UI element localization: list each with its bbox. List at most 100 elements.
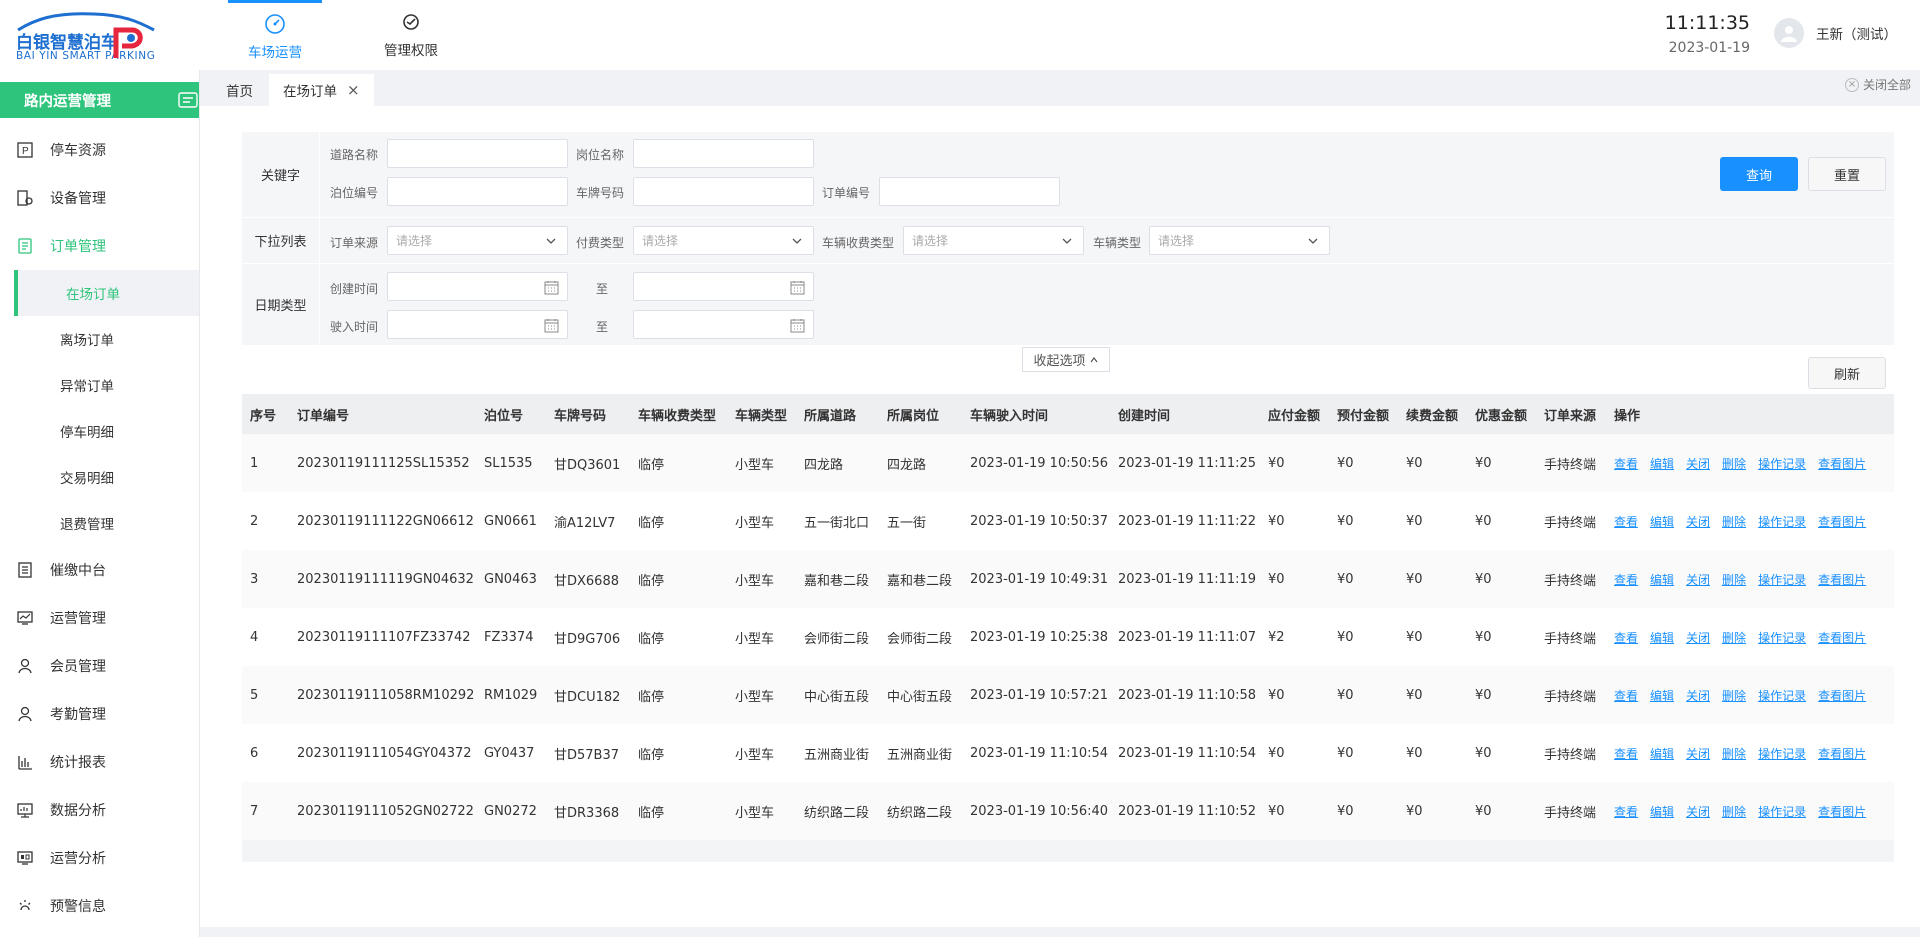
view-link[interactable]: 查看 bbox=[1614, 571, 1638, 588]
user-menu[interactable]: 王新（测试） bbox=[1774, 18, 1897, 48]
edit-link[interactable]: 编辑 bbox=[1650, 571, 1674, 588]
column-header: 订单编号 bbox=[297, 408, 350, 424]
table-cell: ¥0 bbox=[1406, 513, 1423, 529]
view-image-link[interactable]: 查看图片 bbox=[1818, 571, 1866, 588]
search-button[interactable]: 查询 bbox=[1720, 157, 1798, 191]
tab-label: 首页 bbox=[226, 84, 253, 100]
table-cell: ¥0 bbox=[1475, 745, 1492, 761]
sidebar-subitem-abnormal-order[interactable]: 异常订单 bbox=[0, 362, 199, 408]
operation-log-link[interactable]: 操作记录 bbox=[1758, 455, 1806, 472]
edit-link[interactable]: 编辑 bbox=[1650, 745, 1674, 762]
close-tab-icon[interactable]: × bbox=[347, 81, 360, 99]
table-cell: 渝A12LV7 bbox=[554, 515, 616, 531]
berth-no-input[interactable] bbox=[387, 177, 568, 206]
view-link[interactable]: 查看 bbox=[1614, 745, 1638, 762]
device-icon bbox=[16, 189, 34, 207]
close-link[interactable]: 关闭 bbox=[1686, 455, 1710, 472]
view-image-link[interactable]: 查看图片 bbox=[1818, 455, 1866, 472]
enter-time-end-picker[interactable] bbox=[633, 310, 814, 339]
sidebar-item-statistics[interactable]: 统计报表 bbox=[0, 738, 199, 786]
operation-log-link[interactable]: 操作记录 bbox=[1758, 571, 1806, 588]
sidebar-subitem-departed-order[interactable]: 离场订单 bbox=[0, 316, 199, 362]
tab-home[interactable]: 首页 bbox=[212, 74, 267, 106]
edit-link[interactable]: 编辑 bbox=[1650, 687, 1674, 704]
delete-link[interactable]: 删除 bbox=[1722, 571, 1746, 588]
app-logo[interactable]: 白银智慧泊车 BAI YIN SMART PARKING bbox=[14, 10, 164, 64]
close-link[interactable]: 关闭 bbox=[1686, 513, 1710, 530]
delete-link[interactable]: 删除 bbox=[1722, 513, 1746, 530]
column-header: 订单来源 bbox=[1544, 408, 1597, 424]
sidebar-item-operation-analysis[interactable]: 运营分析 bbox=[0, 834, 199, 882]
close-link[interactable]: 关闭 bbox=[1686, 629, 1710, 646]
topnav-management-permission[interactable]: 管理权限 bbox=[364, 0, 458, 70]
sidebar-subitem-parking-detail[interactable]: 停车明细 bbox=[0, 408, 199, 454]
plate-no-input[interactable] bbox=[633, 177, 814, 206]
sidebar-header[interactable]: 路内运营管理 bbox=[0, 82, 199, 118]
sidebar-item-member[interactable]: 会员管理 bbox=[0, 642, 199, 690]
sidebar-item-data-analysis[interactable]: 数据分析 bbox=[0, 786, 199, 834]
sidebar-item-operation[interactable]: 运营管理 bbox=[0, 594, 199, 642]
close-link[interactable]: 关闭 bbox=[1686, 745, 1710, 762]
view-image-link[interactable]: 查看图片 bbox=[1818, 629, 1866, 646]
collapse-options-button[interactable]: 收起选项 bbox=[1022, 347, 1110, 372]
tab-onsite-order[interactable]: 在场订单 × bbox=[269, 74, 374, 106]
chevron-down-icon bbox=[1062, 238, 1072, 244]
sidebar-item-order[interactable]: 订单管理 bbox=[0, 222, 199, 270]
view-link[interactable]: 查看 bbox=[1614, 513, 1638, 530]
road-name-input[interactable] bbox=[387, 139, 568, 168]
view-link[interactable]: 查看 bbox=[1614, 687, 1638, 704]
delete-link[interactable]: 删除 bbox=[1722, 687, 1746, 704]
sidebar-item-parking-resource[interactable]: P 停车资源 bbox=[0, 126, 199, 174]
edit-link[interactable]: 编辑 bbox=[1650, 513, 1674, 530]
create-time-start-picker[interactable] bbox=[387, 272, 568, 301]
delete-link[interactable]: 删除 bbox=[1722, 455, 1746, 472]
close-link[interactable]: 关闭 bbox=[1686, 803, 1710, 820]
create-time-end-picker[interactable] bbox=[633, 272, 814, 301]
sidebar-item-alert[interactable]: 预警信息 bbox=[0, 882, 199, 930]
sidebar-item-device[interactable]: 设备管理 bbox=[0, 174, 199, 222]
edit-link[interactable]: 编辑 bbox=[1650, 455, 1674, 472]
operation-log-link[interactable]: 操作记录 bbox=[1758, 513, 1806, 530]
order-no-input[interactable] bbox=[879, 177, 1060, 206]
sidebar-item-collection[interactable]: 催缴中台 bbox=[0, 546, 199, 594]
edit-link[interactable]: 编辑 bbox=[1650, 629, 1674, 646]
menu-toggle-icon[interactable] bbox=[178, 91, 198, 109]
table-cell: 会师街二段 bbox=[804, 631, 870, 647]
reset-button[interactable]: 重置 bbox=[1808, 157, 1886, 191]
enter-time-start-picker[interactable] bbox=[387, 310, 568, 339]
sidebar-item-attendance[interactable]: 考勤管理 bbox=[0, 690, 199, 738]
post-name-input[interactable] bbox=[633, 139, 814, 168]
sidebar-subitem-transaction-detail[interactable]: 交易明细 bbox=[0, 454, 199, 500]
view-image-link[interactable]: 查看图片 bbox=[1818, 745, 1866, 762]
view-image-link[interactable]: 查看图片 bbox=[1818, 803, 1866, 820]
order-source-select[interactable]: 请选择 bbox=[387, 226, 568, 255]
shield-gear-icon bbox=[403, 14, 419, 30]
close-link[interactable]: 关闭 bbox=[1686, 571, 1710, 588]
pay-type-select[interactable]: 请选择 bbox=[633, 226, 814, 255]
refresh-button[interactable]: 刷新 bbox=[1808, 357, 1886, 389]
view-link[interactable]: 查看 bbox=[1614, 455, 1638, 472]
view-link[interactable]: 查看 bbox=[1614, 803, 1638, 820]
operation-log-link[interactable]: 操作记录 bbox=[1758, 687, 1806, 704]
close-all-tabs-button[interactable]: × 关闭全部 bbox=[1845, 76, 1911, 93]
view-image-link[interactable]: 查看图片 bbox=[1818, 513, 1866, 530]
topnav-parking-operation[interactable]: 车场运营 bbox=[228, 0, 322, 70]
close-link[interactable]: 关闭 bbox=[1686, 687, 1710, 704]
table-cell: 小型车 bbox=[735, 457, 775, 473]
operation-log-link[interactable]: 操作记录 bbox=[1758, 803, 1806, 820]
chart-line-icon bbox=[16, 609, 34, 627]
sidebar-subitem-onsite-order[interactable]: 在场订单 bbox=[14, 270, 199, 316]
edit-link[interactable]: 编辑 bbox=[1650, 803, 1674, 820]
delete-link[interactable]: 删除 bbox=[1722, 745, 1746, 762]
fee-type-select[interactable]: 请选择 bbox=[903, 226, 1084, 255]
delete-link[interactable]: 删除 bbox=[1722, 803, 1746, 820]
sidebar-subitem-refund[interactable]: 退费管理 bbox=[0, 500, 199, 546]
view-link[interactable]: 查看 bbox=[1614, 629, 1638, 646]
view-image-link[interactable]: 查看图片 bbox=[1818, 687, 1866, 704]
operation-log-link[interactable]: 操作记录 bbox=[1758, 745, 1806, 762]
svg-text:P: P bbox=[22, 146, 29, 157]
table-cell: ¥0 bbox=[1268, 513, 1285, 529]
delete-link[interactable]: 删除 bbox=[1722, 629, 1746, 646]
operation-log-link[interactable]: 操作记录 bbox=[1758, 629, 1806, 646]
vehicle-type-select[interactable]: 请选择 bbox=[1149, 226, 1330, 255]
